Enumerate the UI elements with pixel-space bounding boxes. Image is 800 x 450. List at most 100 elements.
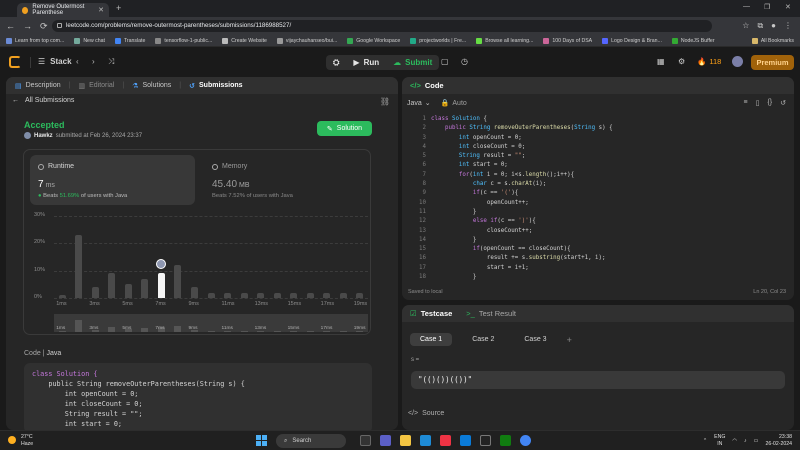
- language-indicator[interactable]: ENG IN: [714, 434, 725, 447]
- bookmark-item[interactable]: Browse all learning...: [476, 37, 533, 44]
- tab-editorial[interactable]: ▥ Editorial: [78, 82, 114, 90]
- star-icon[interactable]: ☆: [742, 21, 749, 31]
- testcase-input[interactable]: "(()())(())": [411, 371, 785, 389]
- avatar[interactable]: [732, 56, 743, 67]
- chart-bar[interactable]: [108, 273, 116, 298]
- menu-icon[interactable]: ⋮: [784, 21, 792, 31]
- chart-bar[interactable]: [290, 292, 298, 298]
- timer-icon[interactable]: ◷: [461, 57, 468, 66]
- settings-app-icon[interactable]: [480, 435, 491, 446]
- solution-button[interactable]: ✎ Solution: [317, 121, 372, 136]
- bookmark-item[interactable]: Learn from top com...: [6, 37, 64, 44]
- shuffle-icon[interactable]: ⤨: [108, 57, 114, 67]
- wifi-icon[interactable]: ◠: [732, 438, 737, 444]
- premium-button[interactable]: Premium: [751, 55, 794, 70]
- chart-bar[interactable]: [141, 278, 149, 298]
- share-link-icon[interactable]: ⛓: [380, 97, 390, 106]
- settings-gear-icon[interactable]: ⚙: [678, 57, 685, 66]
- tab-description[interactable]: ▤ Description: [15, 82, 61, 90]
- bookmark-item[interactable]: Google Workspace: [347, 37, 400, 44]
- chart-bar[interactable]: [207, 292, 215, 298]
- new-tab-icon[interactable]: +: [116, 3, 121, 13]
- volume-icon[interactable]: ♪: [744, 438, 747, 444]
- url-input[interactable]: leetcode.com/problems/remove-outermost-p…: [52, 20, 712, 32]
- bookmark-icon[interactable]: ▯: [756, 99, 760, 107]
- chart-bar[interactable]: [323, 292, 331, 298]
- bookmark-item[interactable]: Translate: [114, 37, 145, 44]
- autocomplete-toggle[interactable]: 🔒 Auto: [441, 99, 467, 108]
- task-view-icon[interactable]: [360, 435, 371, 446]
- chart-bar[interactable]: [240, 292, 248, 298]
- leetcode-logo-icon[interactable]: [9, 56, 21, 68]
- chart-bar[interactable]: [273, 292, 281, 298]
- reset-icon[interactable]: ↺: [780, 99, 786, 107]
- edge-icon[interactable]: [420, 435, 431, 446]
- close-tab-icon[interactable]: ✕: [98, 6, 104, 14]
- file-explorer-icon[interactable]: [400, 435, 411, 446]
- username[interactable]: Hawkz: [34, 133, 53, 139]
- chart-bar[interactable]: [339, 292, 347, 298]
- chart-bar[interactable]: [190, 287, 198, 298]
- chart-bar[interactable]: [224, 292, 232, 298]
- bookmark-item[interactable]: Create Website: [222, 37, 267, 44]
- memory-card[interactable]: Memory 45.40 MB Beats 7.52% of users with…: [204, 155, 364, 205]
- braces-icon[interactable]: {}: [767, 99, 772, 107]
- tab-submissions[interactable]: ↺ Submissions: [189, 82, 242, 90]
- close-window-icon[interactable]: ✕: [785, 3, 791, 11]
- bookmark-item[interactable]: New chat: [74, 37, 105, 44]
- debug-button[interactable]: ⛭: [326, 55, 346, 70]
- chart-bar[interactable]: [58, 295, 66, 298]
- all-bookmarks[interactable]: All Bookmarks: [751, 37, 794, 44]
- tab-testcase[interactable]: ☑ Testcase: [410, 309, 452, 318]
- weather-widget[interactable]: 27°C Haze: [8, 434, 33, 447]
- case-tab[interactable]: Case 3: [514, 333, 556, 346]
- bookmark-item[interactable]: tensorflow-1-public...: [155, 37, 212, 44]
- chrome-icon[interactable]: [520, 435, 531, 446]
- submit-button[interactable]: ☁ Submit: [386, 55, 439, 70]
- extensions-icon[interactable]: ⧉: [757, 21, 763, 31]
- language-select[interactable]: Java ⌄: [407, 99, 431, 108]
- chevron-up-icon[interactable]: ⌃: [703, 438, 707, 444]
- bookmark-item[interactable]: NodeJS Buffer: [671, 37, 715, 44]
- reload-icon[interactable]: ⟳: [40, 21, 48, 32]
- chart-bar[interactable]: [75, 235, 83, 298]
- browser-tab[interactable]: Remove Outermost Parenthese ✕: [17, 3, 109, 17]
- layout-icon[interactable]: ▦: [657, 57, 665, 66]
- all-submissions-link[interactable]: ← All Submissions: [12, 97, 74, 104]
- chart-bar[interactable]: [91, 287, 99, 298]
- xbox-icon[interactable]: [500, 435, 511, 446]
- case-tab[interactable]: Case 1: [410, 333, 453, 346]
- bookmark-item[interactable]: projectworlds | Fre...: [410, 37, 466, 44]
- profile-icon[interactable]: ●: [771, 21, 776, 31]
- forward-icon[interactable]: →: [23, 21, 32, 32]
- minimize-icon[interactable]: —: [743, 3, 750, 10]
- chart-bar[interactable]: [257, 292, 265, 298]
- tab-solutions[interactable]: ⚗ Solutions: [132, 82, 171, 90]
- problem-list-button[interactable]: ☰ Stack: [38, 57, 72, 66]
- chart-bar[interactable]: [356, 292, 364, 298]
- chart-bar[interactable]: [157, 273, 165, 298]
- store-icon[interactable]: [460, 435, 471, 446]
- bookmark-item[interactable]: 100 Days of DSA: [543, 37, 592, 44]
- back-icon[interactable]: ←: [6, 21, 15, 32]
- chart-bar[interactable]: [174, 265, 182, 298]
- brave-icon[interactable]: [440, 435, 451, 446]
- battery-icon[interactable]: ▭: [754, 438, 759, 444]
- case-tab[interactable]: Case 2: [462, 333, 504, 346]
- run-button[interactable]: ▶ Run: [346, 55, 386, 70]
- bookmark-item[interactable]: Logo Design & Bran...: [602, 37, 662, 44]
- runtime-card[interactable]: Runtime 7 ms ● Beats 51.69% of users with…: [30, 155, 195, 205]
- teams-icon[interactable]: [380, 435, 391, 446]
- chart-bar[interactable]: [306, 292, 314, 298]
- notes-icon[interactable]: ▢: [441, 57, 449, 66]
- next-problem-icon[interactable]: ›: [92, 57, 95, 66]
- windows-start-icon[interactable]: [256, 435, 267, 446]
- chart-range-slider[interactable]: 1ms 3ms 5ms 7ms 9ms 11ms 13ms 15ms 17ms 19ms: [54, 314, 368, 332]
- maximize-icon[interactable]: ❐: [764, 3, 770, 11]
- format-icon[interactable]: ≡: [743, 99, 747, 107]
- prev-problem-icon[interactable]: ‹: [76, 57, 79, 66]
- code-editor[interactable]: class Solution { public String removeOut…: [431, 115, 786, 282]
- clock[interactable]: 23:38 26-02-2024: [765, 434, 792, 447]
- streak-counter[interactable]: 🔥 118: [697, 57, 721, 66]
- chart-bar[interactable]: [124, 284, 132, 298]
